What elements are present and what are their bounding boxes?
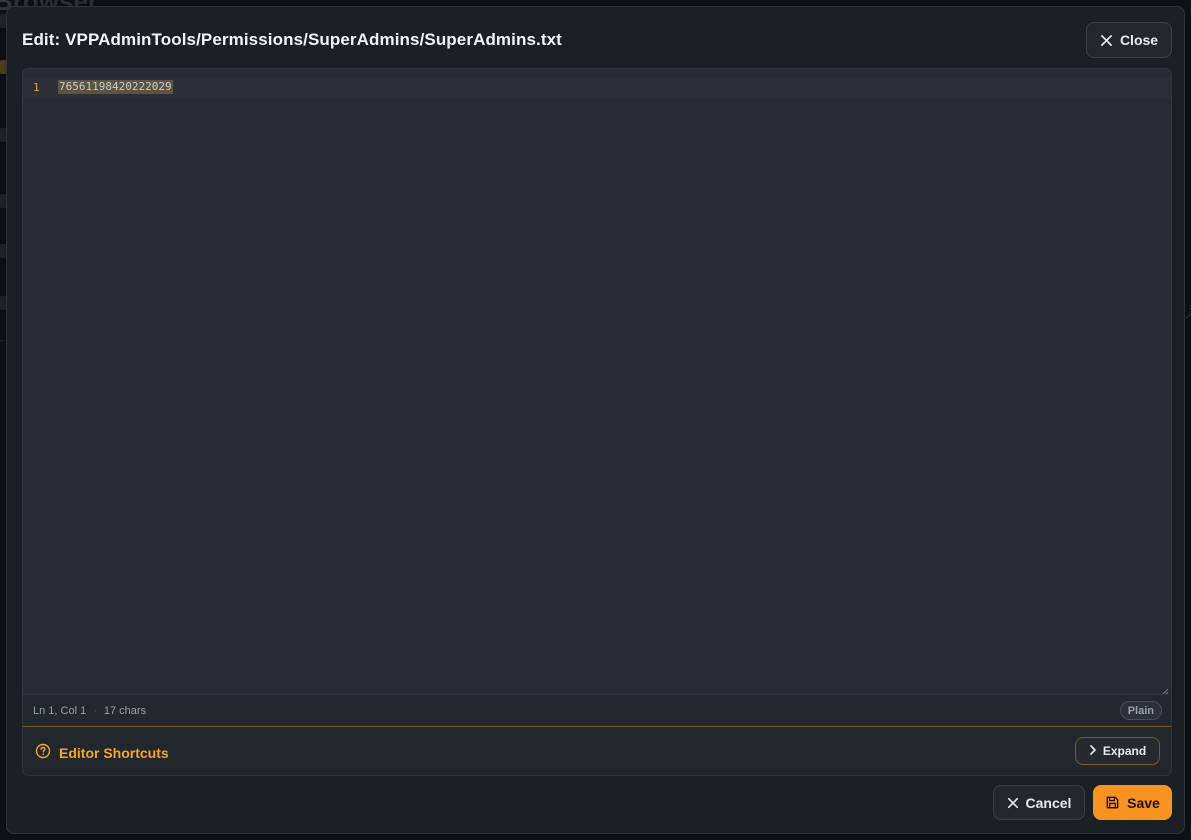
save-button-label: Save <box>1127 794 1160 811</box>
expand-shortcuts-button[interactable]: Expand <box>1075 737 1160 765</box>
close-button[interactable]: Close <box>1086 22 1172 58</box>
save-button[interactable]: Save <box>1093 785 1172 820</box>
status-separator: · <box>93 704 97 717</box>
active-line[interactable]: 1 76561198420222029 <box>23 77 1171 98</box>
close-icon <box>1007 797 1019 809</box>
close-icon <box>1100 34 1113 47</box>
code-editor: 1 76561198420222029 Ln 1, Col 1 · 17 cha… <box>22 68 1172 776</box>
cancel-button-label: Cancel <box>1025 794 1072 811</box>
syntax-mode-badge[interactable]: Plain <box>1119 701 1162 720</box>
resize-handle-icon[interactable] <box>1160 683 1169 696</box>
editor-shortcuts-header[interactable]: Editor Shortcuts <box>35 743 169 762</box>
char-count: 17 chars <box>103 704 147 717</box>
editor-text-area[interactable]: 1 76561198420222029 <box>23 69 1171 696</box>
expand-button-label: Expand <box>1102 744 1147 758</box>
cancel-button[interactable]: Cancel <box>993 785 1085 820</box>
close-button-label: Close <box>1119 32 1159 48</box>
editor-status-bar: Ln 1, Col 1 · 17 chars Plain <box>23 694 1171 726</box>
edit-file-modal: Edit: VPPAdminTools/Permissions/SuperAdm… <box>6 6 1185 834</box>
cursor-position: Ln 1, Col 1 <box>33 704 87 717</box>
editor-shortcuts-panel: Editor Shortcuts Expand <box>23 726 1171 775</box>
line-number: 1 <box>33 81 40 94</box>
save-icon <box>1105 795 1120 810</box>
help-circle-icon <box>35 743 51 762</box>
editor-shortcuts-title: Editor Shortcuts <box>59 744 169 761</box>
chevron-right-icon <box>1089 744 1097 758</box>
modal-title: Edit: VPPAdminTools/Permissions/SuperAdm… <box>22 30 562 49</box>
line-content[interactable]: 76561198420222029 <box>58 80 173 94</box>
